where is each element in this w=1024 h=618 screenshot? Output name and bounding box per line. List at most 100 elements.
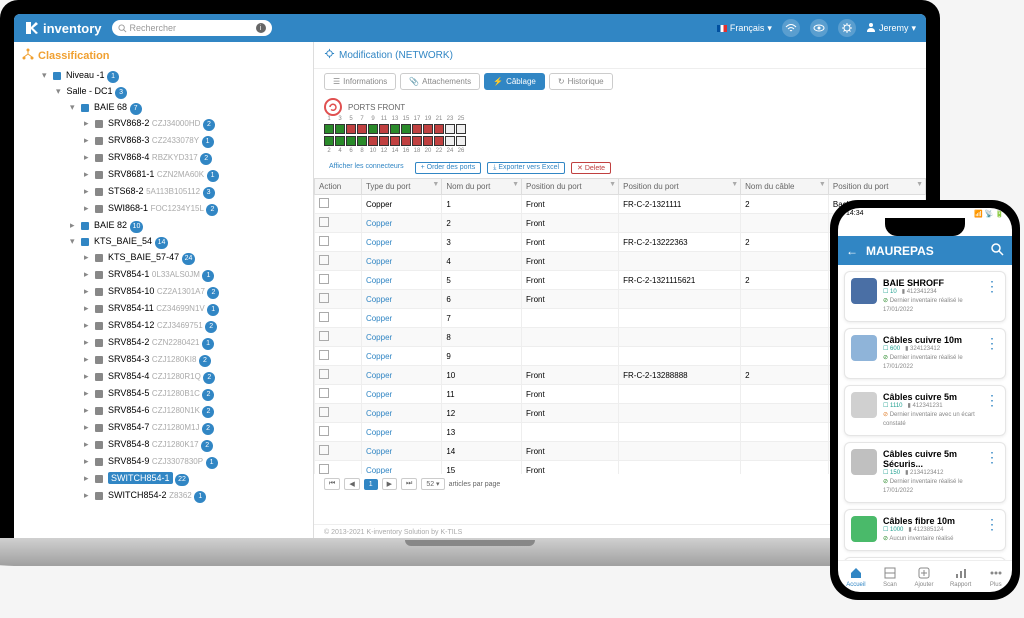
pager-page-1[interactable]: 1 (364, 479, 378, 490)
port[interactable] (456, 124, 466, 134)
port[interactable] (401, 124, 411, 134)
order-ports-button[interactable]: + Order des ports (415, 162, 482, 174)
refresh-icon[interactable] (324, 98, 342, 116)
column-header[interactable]: Position du port▼ (522, 179, 619, 195)
tab-accueil[interactable]: Accueil (846, 565, 865, 588)
column-header[interactable]: Nom du câble▼ (741, 179, 829, 195)
tree-item[interactable]: ▸ SWI868-1 FOC1234Y15L 2 (84, 200, 305, 217)
delete-button[interactable]: ✕ Delete (571, 162, 611, 174)
tab-informations[interactable]: ☰ Informations (324, 73, 396, 90)
port[interactable] (456, 136, 466, 146)
tab-ajouter[interactable]: Ajouter (914, 565, 933, 588)
pager-size[interactable]: 52 ▾ (421, 478, 444, 490)
column-header[interactable]: Action (315, 179, 362, 195)
item-menu-icon[interactable]: ⋮ (985, 278, 999, 315)
pager-last[interactable]: ⏭ (401, 478, 417, 490)
row-checkbox[interactable] (319, 331, 329, 341)
search-input[interactable]: Rechercher i (112, 20, 272, 36)
item-menu-icon[interactable]: ⋮ (985, 392, 999, 429)
back-icon[interactable]: ← (846, 244, 858, 258)
column-header[interactable]: Type du port▼ (361, 179, 441, 195)
pager-prev[interactable]: ◀ (344, 478, 359, 490)
tree-item[interactable]: ▸ SRV8681-1 CZN2MA60K 1 (84, 166, 305, 183)
tree-item[interactable]: ▸ SWITCH854-1 22 (84, 470, 305, 487)
tab-attachements[interactable]: 📎 Attachements (400, 73, 480, 90)
row-checkbox[interactable] (319, 464, 329, 474)
row-checkbox[interactable] (319, 198, 329, 208)
tree-item[interactable]: ▸ SRV854-6 CZJ1280N1K 2 (84, 402, 305, 419)
port[interactable] (324, 136, 334, 146)
port[interactable] (324, 124, 334, 134)
tree-item[interactable]: ▸ SRV854-11 CZ34699N1V 1 (84, 300, 305, 317)
row-checkbox[interactable] (319, 217, 329, 227)
port[interactable] (423, 124, 433, 134)
column-header[interactable]: Position du port▼ (619, 179, 741, 195)
port[interactable] (445, 136, 455, 146)
item-menu-icon[interactable]: ⋮ (985, 449, 999, 496)
port[interactable] (412, 136, 422, 146)
item-menu-icon[interactable]: ⋮ (985, 516, 999, 544)
port[interactable] (390, 124, 400, 134)
tree-item[interactable]: ▸ SRV854-8 CZJ1280K17 2 (84, 436, 305, 453)
row-checkbox[interactable] (319, 388, 329, 398)
port[interactable] (368, 136, 378, 146)
row-checkbox[interactable] (319, 255, 329, 265)
tree-item[interactable]: ▸ SRV854-10 CZ2A1301A7 2 (84, 283, 305, 300)
tree-item[interactable]: ▸ SRV854-9 CZJ3307830P 1 (84, 453, 305, 470)
tab-rapport[interactable]: Rapport (950, 565, 971, 588)
tree-item[interactable]: ▸ SRV854-4 CZJ1280R1Q 2 (84, 368, 305, 385)
export-excel-button[interactable]: ⤓ Exporter vers Excel (487, 162, 565, 174)
tree-item[interactable]: ▸ SWITCH854-2 Z8362 1 (84, 487, 305, 504)
port[interactable] (401, 136, 411, 146)
tab-historique[interactable]: ↻ Historique (549, 73, 613, 90)
tree-item[interactable]: ▸ SRV868-2 CZJ34000HD 2 (84, 115, 305, 132)
port[interactable] (434, 124, 444, 134)
tab-plus[interactable]: Plus (988, 565, 1004, 588)
tree-item[interactable]: ▸ SRV854-12 CZJ3469751 2 (84, 317, 305, 334)
tree-item[interactable]: ▸ SRV854-5 CZJ1280B1C 2 (84, 385, 305, 402)
row-checkbox[interactable] (319, 236, 329, 246)
row-checkbox[interactable] (319, 426, 329, 436)
tree-bay[interactable]: ▾ KTS_BAIE_54 14 (70, 233, 305, 249)
search-icon[interactable] (990, 242, 1004, 259)
item-menu-icon[interactable]: ⋮ (985, 335, 999, 372)
info-icon[interactable]: i (256, 23, 266, 33)
port[interactable] (346, 124, 356, 134)
tree-item[interactable]: ▸ SRV854-1 0L33ALS0JM 1 (84, 266, 305, 283)
port[interactable] (445, 124, 455, 134)
column-header[interactable]: Nom du port▼ (442, 179, 522, 195)
row-checkbox[interactable] (319, 407, 329, 417)
row-checkbox[interactable] (319, 350, 329, 360)
port[interactable] (379, 124, 389, 134)
row-checkbox[interactable] (319, 274, 329, 284)
table-row[interactable]: Copper1FrontFR-C-2-13211112Back (315, 195, 926, 214)
port[interactable] (357, 136, 367, 146)
row-checkbox[interactable] (319, 312, 329, 322)
inventory-card[interactable]: Câbles cuivre 10m ☐ 600 ▮ 324123412 ⊘ De… (844, 328, 1006, 379)
tree-bay[interactable]: ▾ BAIE 68 7 (70, 99, 305, 115)
wifi-icon[interactable] (782, 19, 800, 37)
tree-item[interactable]: ▸ SRV868-3 CZ2433078Y 1 (84, 132, 305, 149)
row-checkbox[interactable] (319, 445, 329, 455)
tree-item[interactable]: ▸ KTS_BAIE_57-47 24 (84, 249, 305, 266)
tree-item[interactable]: ▸ SRV854-2 CZN2280421 1 (84, 334, 305, 351)
port[interactable] (346, 136, 356, 146)
app-logo[interactable]: inventory (24, 20, 102, 36)
pager-first[interactable]: ⏮ (324, 478, 340, 490)
tree-item[interactable]: ▸ SRV854-3 CZJ1280KI8 2 (84, 351, 305, 368)
tab-scan[interactable]: Scan (882, 565, 898, 588)
port[interactable] (368, 124, 378, 134)
tab-cablage[interactable]: ⚡ Câblage (484, 73, 545, 90)
tree-item[interactable]: ▸ SRV868-4 RBZKYD317 2 (84, 149, 305, 166)
tree-item[interactable]: ▸ SRV854-7 CZJ1280M1J 2 (84, 419, 305, 436)
language-selector[interactable]: Français ▾ (717, 23, 772, 34)
gear-icon[interactable] (838, 19, 856, 37)
column-header[interactable]: Position du port▼ (828, 179, 925, 195)
port[interactable] (423, 136, 433, 146)
pager-next[interactable]: ▶ (382, 478, 397, 490)
inventory-card[interactable]: Câbles cuivre 5m ☐ 1110 ▮ 412341231 ⊘ De… (844, 385, 1006, 436)
row-checkbox[interactable] (319, 293, 329, 303)
port[interactable] (335, 124, 345, 134)
port[interactable] (390, 136, 400, 146)
tree-item[interactable]: ▸ STS68-2 5A113B105112 3 (84, 183, 305, 200)
